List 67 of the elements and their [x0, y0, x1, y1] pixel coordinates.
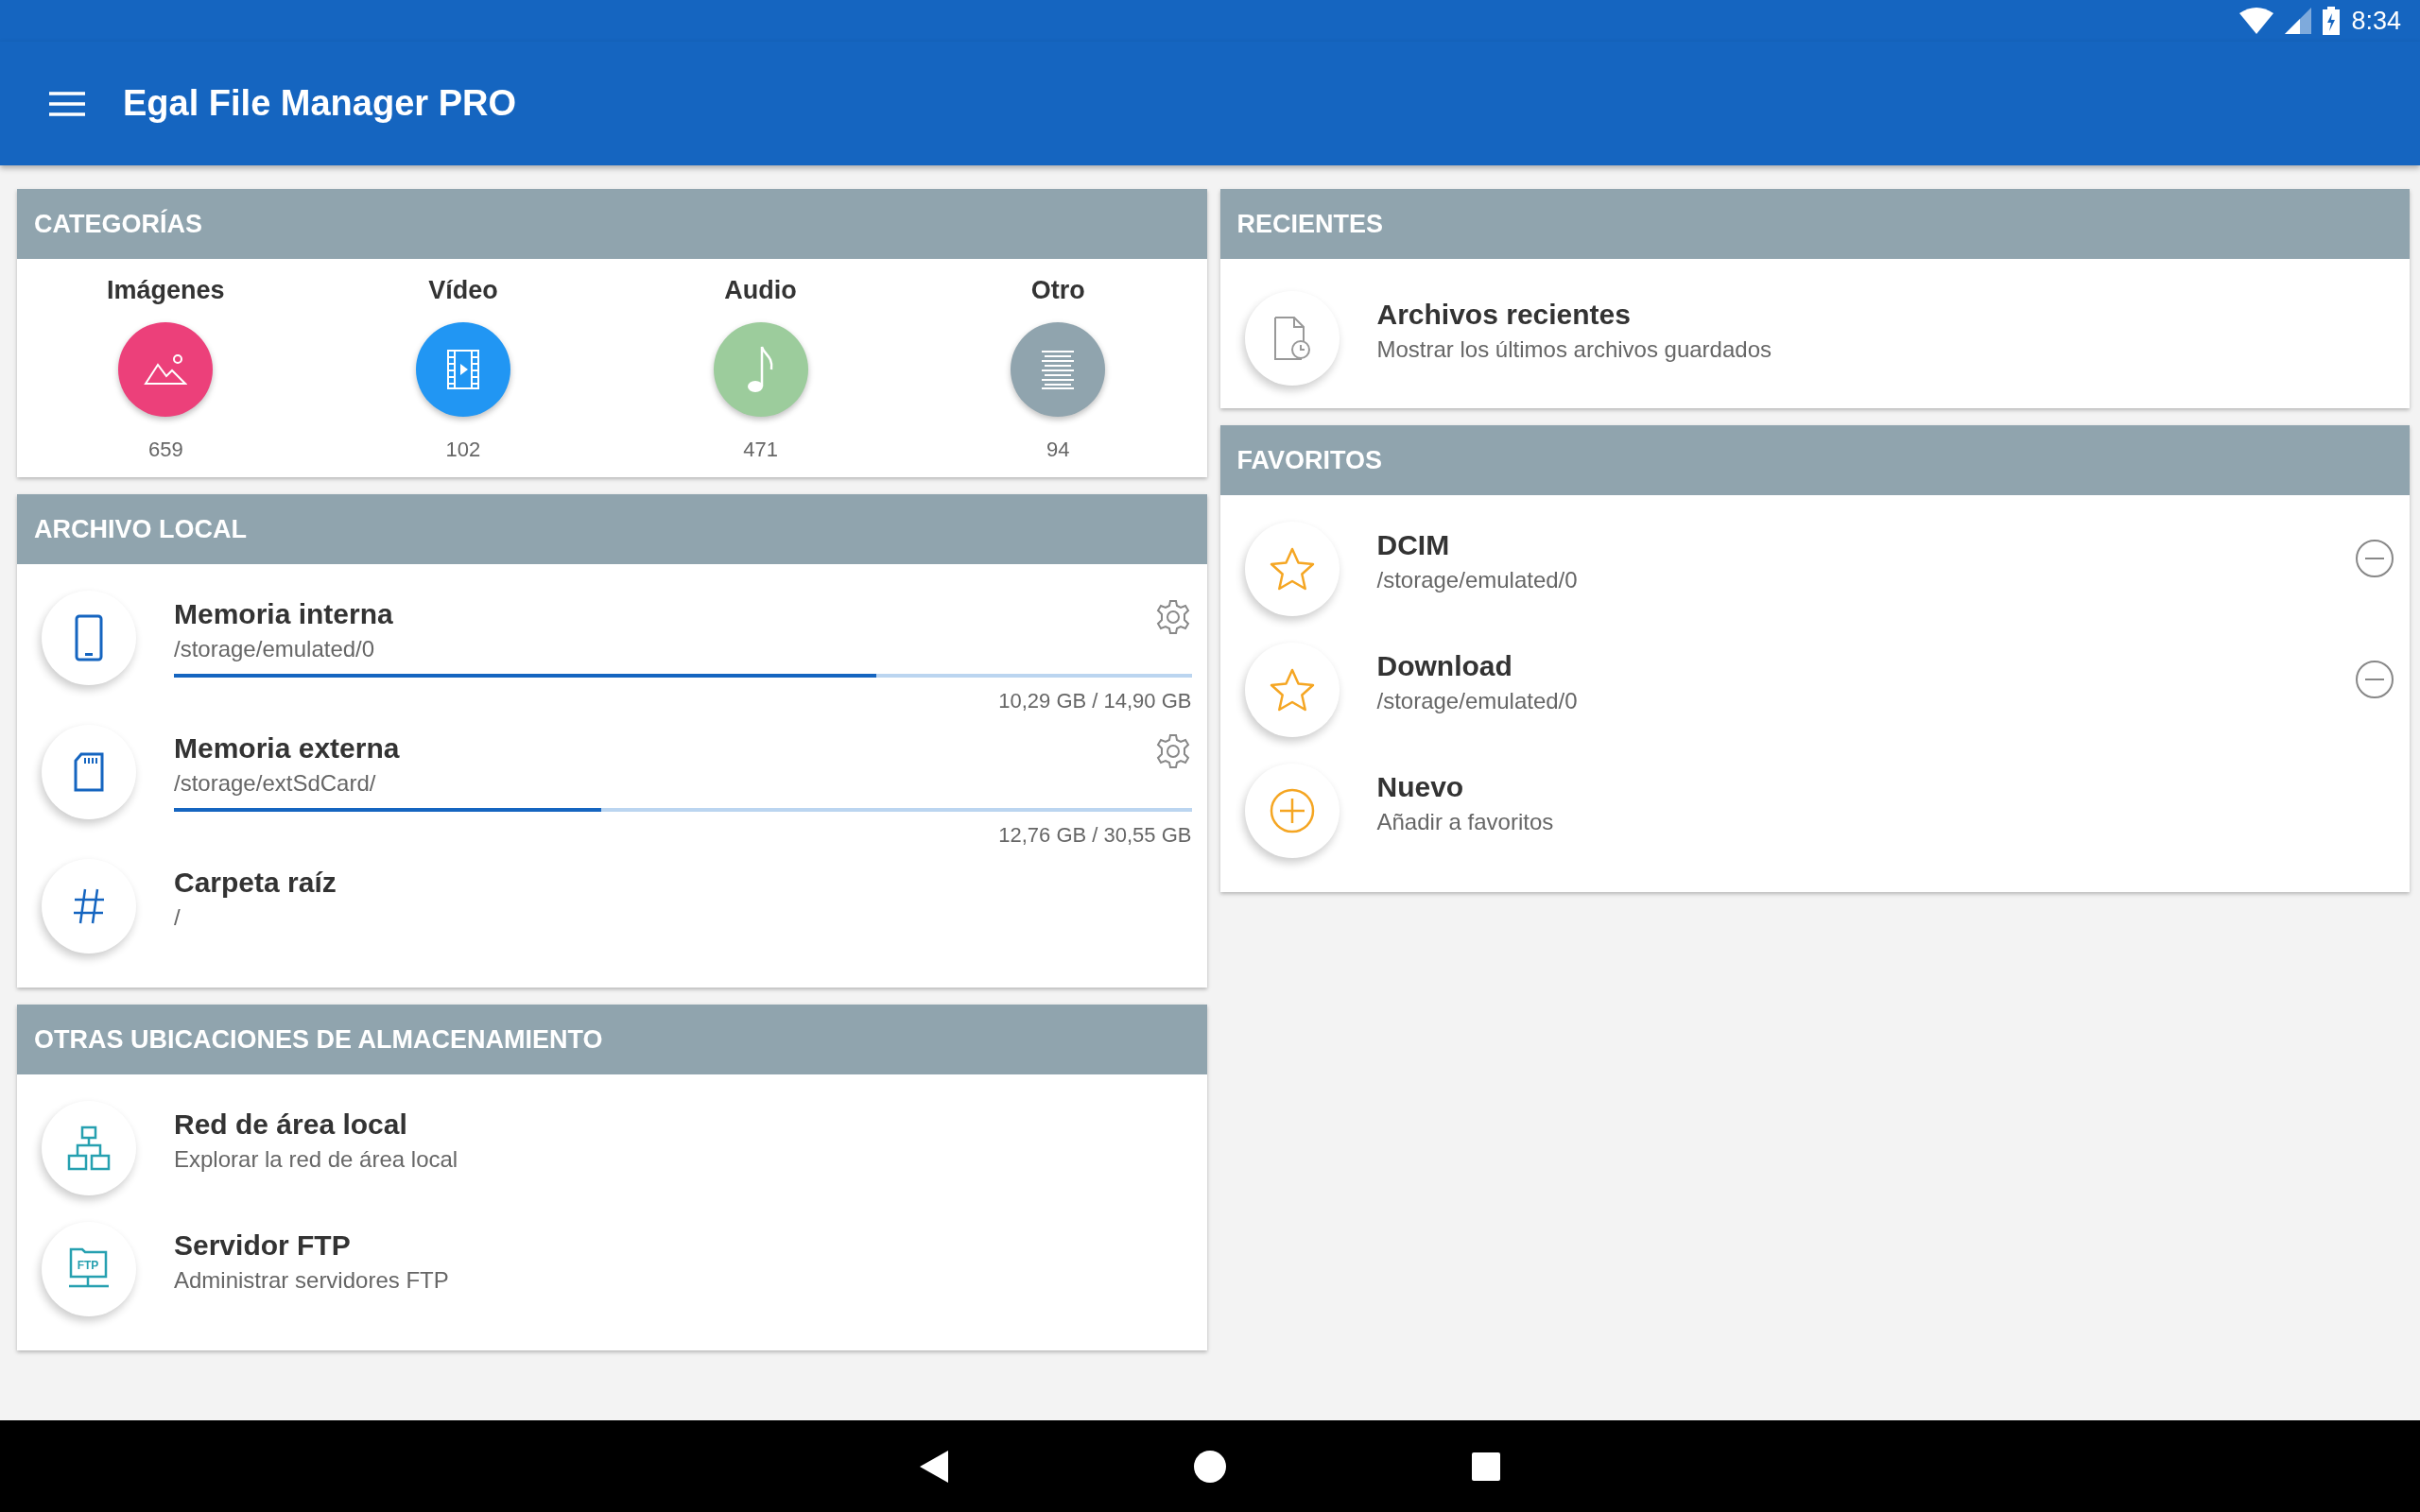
item-subtitle: / [174, 904, 182, 931]
document-clock-icon [1272, 316, 1311, 361]
item-subtitle: Añadir a favoritos [1376, 809, 1554, 835]
image-icon [144, 353, 188, 386]
section-header: ARCHIVO LOCAL [17, 494, 1207, 564]
item-title: Download [1376, 650, 1513, 682]
category-button[interactable]: Audio 471 [612, 276, 909, 462]
home-icon [1194, 1450, 1226, 1483]
list-item[interactable]: FTP Servidor FTP Administrar servidores FTP [17, 1211, 1207, 1332]
item-subtitle: /storage/emulated/0 [1376, 567, 1578, 593]
app-title: Egal File Manager PRO [123, 83, 516, 124]
back-icon [920, 1450, 948, 1483]
category-button[interactable]: Imágenes 659 [17, 276, 315, 462]
star-icon [1268, 546, 1316, 592]
list-item[interactable]: Memoria interna /storage/emulated/0 10,29 GB / 14,90 GB [17, 579, 1207, 713]
add-icon [1268, 787, 1316, 834]
remove-icon [2355, 660, 2394, 699]
item-subtitle: /storage/emulated/0 [1376, 688, 1578, 714]
list-item[interactable]: Memoria externa /storage/extSdCard/ 12,76 GB / 30,55 GB [17, 713, 1207, 848]
item-title: Nuevo [1376, 771, 1465, 803]
recents-button[interactable] [1472, 1452, 1500, 1481]
list-item[interactable]: Red de área local Explorar la red de área local [17, 1090, 1207, 1211]
list-item[interactable]: Nuevo Añadir a favoritos [1219, 752, 2410, 873]
list-item[interactable]: DCIM /storage/emulated/0 [1219, 510, 2410, 631]
item-title: Memoria externa [174, 732, 400, 765]
item-subtitle: /storage/extSdCard/ [174, 770, 377, 797]
menu-icon [49, 90, 85, 117]
list-item[interactable]: Archivos recientes Mostrar los últimos archivos guardados [1219, 280, 2410, 401]
sd-card-icon [74, 752, 104, 792]
remove-button[interactable] [2355, 539, 2394, 578]
item-title: DCIM [1376, 529, 1451, 561]
hash-icon [72, 887, 106, 925]
item-subtitle: Explorar la red de área local [174, 1146, 458, 1173]
item-title: Carpeta raíz [174, 867, 337, 899]
item-subtitle: Administrar servidores FTP [174, 1267, 449, 1294]
battery-icon [2323, 7, 2341, 35]
film-icon [445, 349, 480, 390]
item-title: Memoria interna [174, 598, 393, 630]
item-subtitle: Mostrar los últimos archivos guardados [1376, 336, 1772, 363]
section-header: CATEGORÍAS [17, 189, 1207, 259]
item-title: Servidor FTP [174, 1229, 352, 1262]
menu-button[interactable] [49, 90, 85, 117]
storage-usage: 10,29 GB / 14,90 GB [997, 689, 1192, 713]
category-button[interactable]: Otro 94 [908, 276, 1207, 462]
section-header: OTRAS UBICACIONES DE ALMACENAMIENTO [17, 1005, 1207, 1074]
star-icon [1268, 667, 1316, 713]
category-button[interactable]: Vídeo 102 [314, 276, 613, 462]
network-icon [66, 1125, 112, 1171]
recents-icon [1472, 1452, 1500, 1481]
clock-time: 8:34 [2351, 6, 2401, 36]
storage-usage: 12,76 GB / 30,55 GB [997, 823, 1192, 848]
home-button[interactable] [1194, 1450, 1226, 1483]
item-title: Archivos recientes [1376, 299, 1632, 331]
section-header: FAVORITOS [1219, 425, 2410, 495]
item-title: Red de área local [174, 1108, 408, 1141]
item-subtitle: /storage/emulated/0 [174, 636, 376, 662]
section-header: RECIENTES [1219, 189, 2410, 259]
text-lines-icon [1040, 350, 1077, 389]
music-note-icon [746, 345, 775, 394]
signal-icon [2285, 8, 2312, 34]
back-button[interactable] [920, 1450, 948, 1483]
list-item[interactable]: Download /storage/emulated/0 [1219, 631, 2410, 752]
remove-button[interactable] [2355, 660, 2394, 699]
wifi-icon [2239, 8, 2274, 34]
list-item[interactable]: Carpeta raíz / [17, 848, 1207, 969]
phone-icon [75, 614, 103, 662]
remove-icon [2355, 539, 2394, 578]
